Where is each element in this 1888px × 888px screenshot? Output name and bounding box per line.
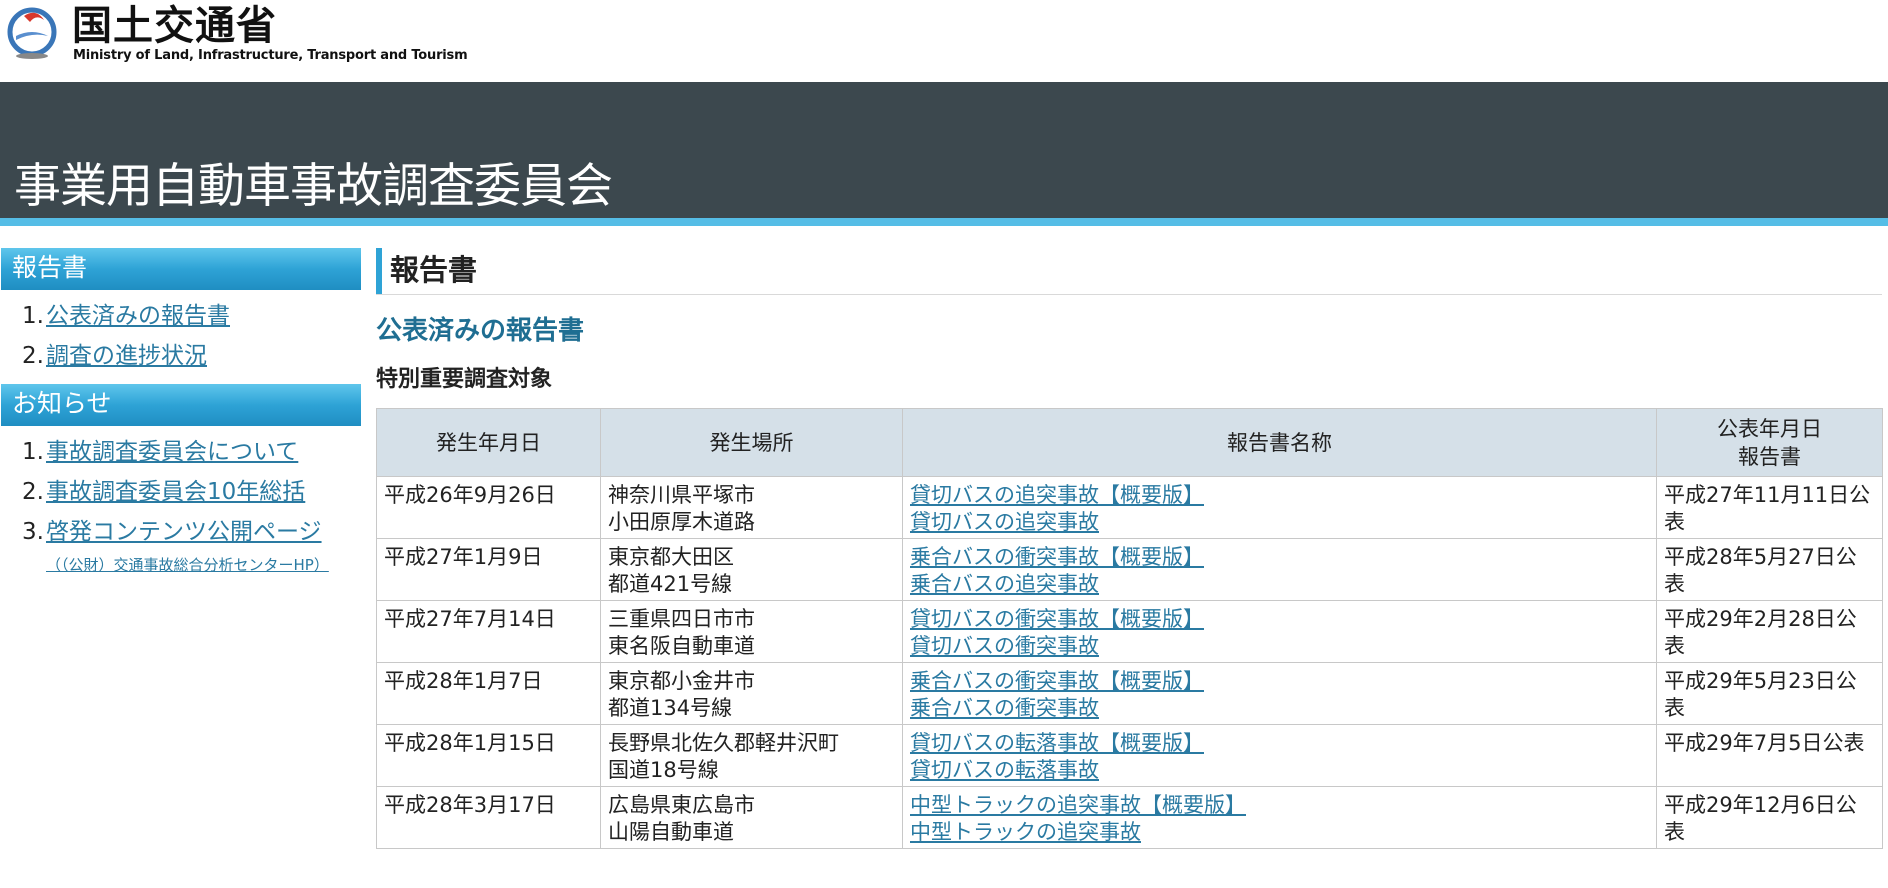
sidebar-notices-list: 1. 事故調査委員会について 2. 事故調査委員会10年総括 3. 啓発コンテン… — [1, 426, 361, 560]
place-line1: 神奈川県平塚市 — [608, 483, 755, 507]
cell-report-links: 貸切バスの転落事故【概要版】 貸切バスの転落事故 — [902, 724, 1657, 787]
table-row: 平成28年1月15日 長野県北佐久郡軽井沢町 国道18号線 貸切バスの転落事故【概… — [376, 724, 1883, 787]
sidebar-link-about-committee[interactable]: 事故調査委員会について — [46, 439, 298, 465]
cell-date: 平成28年1月7日 — [376, 662, 601, 725]
logo-title-en[interactable]: Ministry of Land, Infrastructure, Transp… — [73, 48, 468, 63]
report-summary-link[interactable]: 貸切バスの衝突事故【概要版】 — [910, 606, 1649, 633]
sidebar-sub-link-container: （（公財）交通事故総合分析センターHP） — [1, 554, 361, 575]
banner-stripe — [0, 218, 1888, 226]
table-row: 平成27年1月9日 東京都大田区 都道421号線 乗合バスの衝突事故【概要版】 乗合… — [376, 538, 1883, 601]
report-full-link[interactable]: 貸切バスの追突事故 — [910, 509, 1649, 536]
cell-published: 平成27年11月11日公表 — [1656, 476, 1883, 539]
sidebar-section-notices-title: お知らせ — [1, 384, 361, 426]
site-title: 事業用自動車事故調査委員会 — [14, 159, 613, 214]
sidebar-item-awareness-content: 3. 啓発コンテンツ公開ページ — [1, 512, 361, 552]
report-full-link[interactable]: 乗合バスの衝突事故 — [910, 695, 1649, 722]
place-line2: 都道134号線 — [608, 696, 733, 720]
site-header: 国土交通省 Ministry of Land, Infrastructure, … — [0, 0, 1888, 82]
cell-date: 平成28年1月15日 — [376, 724, 601, 787]
cell-report-links: 乗合バスの衝突事故【概要版】 乗合バスの衝突事故 — [902, 662, 1657, 725]
report-summary-link[interactable]: 乗合バスの衝突事故【概要版】 — [910, 544, 1649, 571]
place-line2: 都道421号線 — [608, 572, 733, 596]
place-line1: 東京都大田区 — [608, 545, 734, 569]
sidebar-link-awareness-content[interactable]: 啓発コンテンツ公開ページ — [46, 519, 322, 545]
cell-date: 平成27年1月9日 — [376, 538, 601, 601]
column-header-published-line1: 公表年月日 — [1717, 416, 1822, 441]
place-line1: 東京都小金井市 — [608, 669, 755, 693]
place-line1: 広島県東広島市 — [608, 793, 755, 817]
cell-published: 平成29年5月23日公表 — [1656, 662, 1883, 725]
cell-place: 長野県北佐久郡軽井沢町 国道18号線 — [600, 724, 903, 787]
list-number: 2. — [22, 343, 44, 369]
cell-date: 平成26年9月26日 — [376, 476, 601, 539]
place-line2: 国道18号線 — [608, 758, 719, 782]
table-row: 平成28年3月17日 広島県東広島市 山陽自動車道 中型トラックの追突事故【概要版… — [376, 786, 1883, 849]
report-full-link[interactable]: 貸切バスの衝突事故 — [910, 633, 1649, 660]
report-full-link[interactable]: 貸切バスの転落事故 — [910, 757, 1649, 784]
cell-place: 広島県東広島市 山陽自動車道 — [600, 786, 903, 849]
cell-report-links: 貸切バスの追突事故【概要版】 貸切バスの追突事故 — [902, 476, 1657, 539]
table-row: 平成27年7月14日 三重県四日市市 東名阪自動車道 貸切バスの衝突事故【概要版】… — [376, 600, 1883, 663]
place-line2: 山陽自動車道 — [608, 820, 734, 844]
report-summary-link[interactable]: 中型トラックの追突事故【概要版】 — [910, 792, 1649, 819]
report-summary-link[interactable]: 貸切バスの転落事故【概要版】 — [910, 730, 1649, 757]
table-row: 平成26年9月26日 神奈川県平塚市 小田原厚木道路 貸切バスの追突事故【概要版】… — [376, 476, 1883, 539]
section-heading: 公表済みの報告書 — [376, 316, 585, 346]
reports-table: 発生年月日 発生場所 報告書名称 公表年月日 報告書 平成26年9月26日 神奈… — [376, 408, 1883, 849]
list-number: 3. — [22, 519, 44, 545]
cell-published: 平成29年7月5日公表 — [1656, 724, 1883, 787]
report-summary-link[interactable]: 乗合バスの衝突事故【概要版】 — [910, 668, 1649, 695]
cell-published: 平成29年2月28日公表 — [1656, 600, 1883, 663]
table-header-row: 発生年月日 発生場所 報告書名称 公表年月日 報告書 — [376, 408, 1883, 477]
heading-accent-bar — [376, 248, 382, 294]
sidebar-item-published-reports: 1. 公表済みの報告書 — [1, 296, 361, 336]
cell-date: 平成27年7月14日 — [376, 600, 601, 663]
cell-report-links: 中型トラックの追突事故【概要版】 中型トラックの追突事故 — [902, 786, 1657, 849]
sidebar-link-investigation-progress[interactable]: 調査の進捗状況 — [46, 343, 207, 369]
cell-published: 平成29年12月6日公表 — [1656, 786, 1883, 849]
cell-report-links: 乗合バスの衝突事故【概要版】 乗合バスの追突事故 — [902, 538, 1657, 601]
report-full-link[interactable]: 乗合バスの追突事故 — [910, 571, 1649, 598]
list-number: 1. — [22, 439, 44, 465]
sidebar-link-ten-year-summary[interactable]: 事故調査委員会10年総括 — [46, 479, 305, 505]
subsection-heading: 特別重要調査対象 — [376, 367, 553, 392]
mlit-logo-icon[interactable] — [6, 6, 58, 62]
report-summary-link[interactable]: 貸切バスの追突事故【概要版】 — [910, 482, 1649, 509]
sidebar-item-about-committee: 1. 事故調査委員会について — [1, 432, 361, 472]
site-banner: 事業用自動車事故調査委員会 — [0, 82, 1888, 218]
sidebar-section-reports-title: 報告書 — [1, 248, 361, 290]
column-header-date: 発生年月日 — [376, 408, 601, 477]
sidebar-item-ten-year-summary: 2. 事故調査委員会10年総括 — [1, 472, 361, 512]
cell-report-links: 貸切バスの衝突事故【概要版】 貸切バスの衝突事故 — [902, 600, 1657, 663]
sidebar-link-itarda[interactable]: （（公財）交通事故総合分析センターHP） — [46, 556, 329, 574]
list-number: 1. — [22, 303, 44, 329]
place-line1: 三重県四日市市 — [608, 607, 755, 631]
cell-place: 東京都小金井市 都道134号線 — [600, 662, 903, 725]
column-header-published-line2: 報告書 — [1738, 444, 1801, 469]
list-number: 2. — [22, 479, 44, 505]
main-content: 報告書 公表済みの報告書 特別重要調査対象 発生年月日 発生場所 報告書名称 公… — [376, 248, 1883, 849]
column-header-place: 発生場所 — [600, 408, 903, 477]
table-row: 平成28年1月7日 東京都小金井市 都道134号線 乗合バスの衝突事故【概要版】乗… — [376, 662, 1883, 725]
sidebar-reports-list: 1. 公表済みの報告書 2. 調査の進捗状況 — [1, 290, 361, 384]
cell-date: 平成28年3月17日 — [376, 786, 601, 849]
place-line2: 東名阪自動車道 — [608, 634, 755, 658]
cell-place: 神奈川県平塚市 小田原厚木道路 — [600, 476, 903, 539]
sidebar-item-investigation-progress: 2. 調査の進捗状況 — [1, 336, 361, 376]
report-full-link[interactable]: 中型トラックの追突事故 — [910, 819, 1649, 846]
column-header-report-name: 報告書名称 — [902, 408, 1657, 477]
cell-place: 三重県四日市市 東名阪自動車道 — [600, 600, 903, 663]
cell-place: 東京都大田区 都道421号線 — [600, 538, 903, 601]
place-line2: 小田原厚木道路 — [608, 510, 755, 534]
sidebar: 報告書 1. 公表済みの報告書 2. 調査の進捗状況 お知らせ 1. 事故調査委… — [1, 248, 361, 575]
logo-title-ja[interactable]: 国土交通省 — [72, 4, 277, 48]
page-title: 報告書 — [390, 253, 478, 287]
column-header-published: 公表年月日 報告書 — [1656, 408, 1883, 477]
page-heading: 報告書 — [376, 248, 1882, 295]
sidebar-link-published-reports[interactable]: 公表済みの報告書 — [46, 303, 230, 329]
cell-published: 平成28年5月27日公表 — [1656, 538, 1883, 601]
place-line1: 長野県北佐久郡軽井沢町 — [608, 731, 839, 755]
